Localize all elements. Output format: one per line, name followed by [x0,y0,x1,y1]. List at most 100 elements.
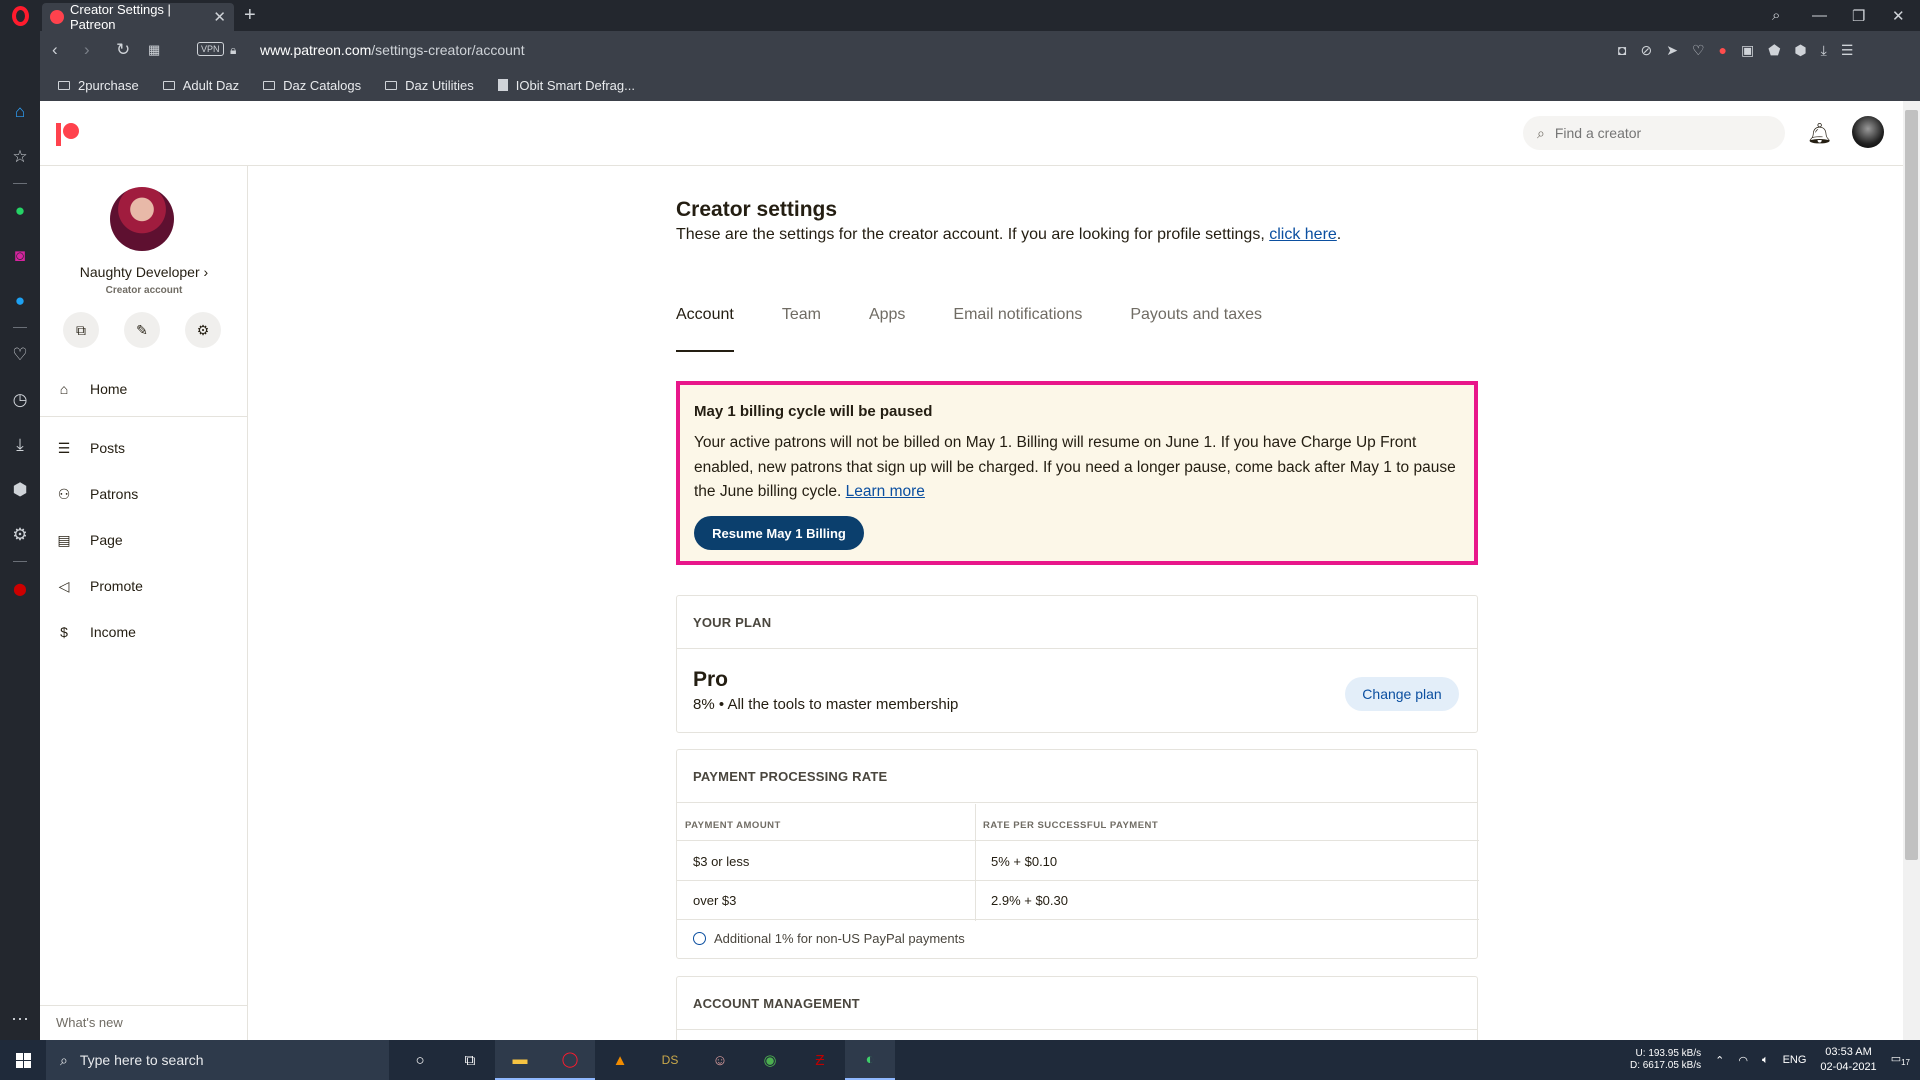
filezilla-icon[interactable]: Ƶ [795,1040,845,1080]
extensions-icon[interactable]: ⬢ [0,467,40,512]
profile-settings-link[interactable]: click here [1269,226,1337,243]
send-icon[interactable]: ➤ [1666,42,1678,59]
minimize-icon[interactable]: — [1812,0,1827,31]
ublock-icon[interactable]: ⬤ [0,566,40,611]
language-indicator[interactable]: ENG [1783,1054,1807,1066]
wifi-icon[interactable]: ◠ [1738,1054,1748,1067]
reload-icon[interactable]: ↻ [116,31,130,69]
page-subtitle: These are the settings for the creator a… [676,226,1342,243]
creator-name[interactable]: Naughty Developer › [40,264,248,280]
cube-icon[interactable]: ⬢ [1794,42,1806,59]
sidebar-item-page[interactable]: ▤ Page [40,517,248,563]
user-avatar[interactable] [1852,116,1884,148]
speed-dial-icon[interactable]: ▦ [148,31,160,69]
opera-icon[interactable]: ◯ [545,1040,595,1080]
learn-more-link[interactable]: Learn more [846,483,925,500]
shield-icon[interactable]: ⬟ [1768,42,1780,59]
twitter-icon[interactable]: ● [0,278,40,323]
heart-icon[interactable]: ♡ [0,332,40,377]
easy-setup-icon[interactable]: ☰ [1841,42,1854,59]
scrollbar-thumb[interactable] [1905,110,1918,860]
sidebar-item-promote[interactable]: ◁ Promote [40,563,248,609]
vpn-badge[interactable]: VPN [197,42,224,56]
account-management-header: ACCOUNT MANAGEMENT [677,977,1477,1030]
url-field[interactable]: www.patreon.com/settings-creator/account [260,31,525,69]
bookmark-folder[interactable]: Adult Daz [162,78,239,93]
close-tab-icon[interactable]: ✕ [213,8,226,26]
whatsapp-icon[interactable]: ● [0,188,40,233]
back-icon[interactable]: ‹ [52,31,58,69]
payment-amount: $3 or less [693,854,750,869]
page-icon [497,79,508,91]
clock[interactable]: 03:53 AM 02-04-2021 [1820,1045,1876,1075]
forward-icon[interactable]: › [84,31,90,69]
search-tabs-icon[interactable]: ⌕ [1772,0,1780,31]
notification-center-icon[interactable]: ▭17 [1891,1052,1910,1067]
task-view-icon[interactable]: ⧉ [445,1040,495,1080]
extension-icon[interactable]: ● [1719,42,1727,58]
whats-new-link[interactable]: What's new [56,1015,123,1030]
change-plan-button[interactable]: Change plan [1345,677,1459,711]
vlc-icon[interactable]: ▲ [595,1040,645,1080]
sidebar-item-posts[interactable]: ☰ Posts [40,425,248,471]
daz-studio-icon[interactable]: DS [645,1040,695,1080]
creator-avatar[interactable] [110,187,174,251]
bookmark-page[interactable]: IObit Smart Defrag... [497,78,635,93]
volume-icon[interactable]: 🔈︎ [1762,1054,1769,1067]
instagram-icon[interactable]: ◙ [0,233,40,278]
history-icon[interactable]: ◷ [0,377,40,422]
divider [40,1005,248,1006]
tab-email-notifications[interactable]: Email notifications [953,306,1082,352]
bookmark-folder[interactable]: Daz Utilities [385,78,474,93]
cortana-icon[interactable]: ○ [395,1040,445,1080]
quick-actions: ⧉ ✎ ⚙ [63,312,221,348]
taskbar-search[interactable]: ⌕ Type here to search [46,1040,389,1080]
settings-icon[interactable]: ⚙ [0,512,40,557]
tab-account[interactable]: Account [676,306,734,352]
payment-rate: 2.9% + $0.30 [991,893,1068,908]
more-icon[interactable]: ⋯ [11,1009,29,1030]
restore-icon[interactable]: ❐ [1852,0,1865,31]
chevron-up-icon[interactable]: ⌃ [1715,1054,1724,1067]
patreon-favicon-icon [50,10,64,24]
sidebar-item-patrons[interactable]: ⚇ Patrons [40,471,248,517]
character-app-icon[interactable]: ☺ [695,1040,745,1080]
image-icon[interactable]: ▣ [1741,42,1754,59]
chrome-icon[interactable]: ◉ [745,1040,795,1080]
tab-team[interactable]: Team [782,306,821,352]
home-icon: ⌂ [59,381,69,397]
start-button[interactable] [0,1040,46,1080]
sidebar-item-home[interactable]: ⌂ Home [40,366,248,412]
bookmark-folder[interactable]: Daz Catalogs [263,78,361,93]
camera-icon[interactable]: ◘ [1618,42,1626,58]
divider [13,561,27,562]
creator-sidebar: Naughty Developer › Creator account ⧉ ✎ … [40,166,248,1040]
edit-post-icon[interactable]: ✎ [124,312,160,348]
heart-icon[interactable]: ♡ [1692,42,1705,59]
notification-bell-icon[interactable]: 🔔︎ [1807,121,1832,145]
file-explorer-icon[interactable]: ▬ [495,1040,545,1080]
posts-icon: ☰ [57,439,71,456]
download-icon[interactable]: ⤓ [1821,42,1827,59]
close-window-icon[interactable]: ✕ [1892,0,1905,31]
star-icon[interactable]: ☆ [0,134,40,179]
bookmark-folder[interactable]: 2purchase [58,78,139,93]
divider [13,327,27,328]
new-tab-icon[interactable]: + [244,3,256,27]
tab-apps[interactable]: Apps [869,306,905,352]
home-icon[interactable]: ⌂ [0,89,40,134]
adblock-icon[interactable]: ⊘ [1640,42,1652,59]
tab-payouts-and-taxes[interactable]: Payouts and taxes [1130,306,1262,352]
opera-menu-icon[interactable] [0,0,40,31]
browser-tab[interactable]: Creator Settings | Patreon ✕ [42,2,234,32]
patreon-logo-icon[interactable] [56,123,80,146]
resume-billing-button[interactable]: Resume May 1 Billing [694,516,864,550]
browser-app-icon[interactable]: ◐ [845,1040,895,1080]
messages-icon[interactable]: ⧉ [63,312,99,348]
sidebar-item-income[interactable]: $ Income [40,609,248,655]
creator-search[interactable]: ⌕ [1523,116,1785,150]
downloads-icon[interactable]: ⤓ [0,422,40,467]
search-input[interactable] [1554,125,1755,141]
lock-icon[interactable]: 🔒︎ [230,31,236,69]
settings-icon[interactable]: ⚙ [185,312,221,348]
